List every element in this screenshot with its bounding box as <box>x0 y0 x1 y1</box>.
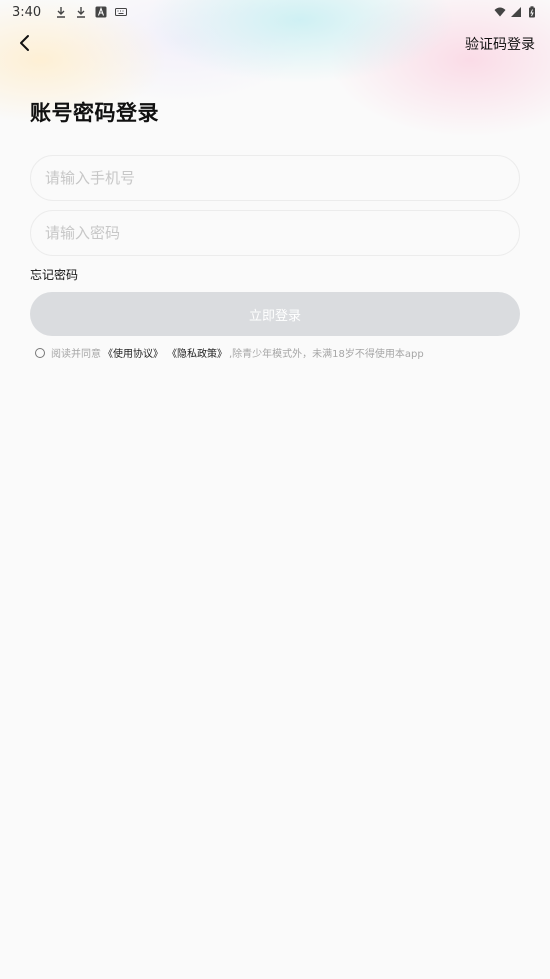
keyboard-icon <box>115 8 128 16</box>
download-icon <box>57 7 66 18</box>
status-left: 3:40 <box>12 4 128 20</box>
agreement-checkbox[interactable] <box>35 347 45 358</box>
nav-bar: 验证码登录 <box>0 28 550 58</box>
password-input[interactable] <box>31 211 519 255</box>
phone-input[interactable] <box>31 156 519 200</box>
phone-field <box>30 155 520 201</box>
password-field <box>30 210 520 256</box>
download-icon <box>77 7 86 18</box>
sms-login-link[interactable]: 验证码登录 <box>465 34 535 54</box>
font-icon <box>95 6 107 18</box>
agreement-prefix: 阅读并同意 <box>51 349 101 360</box>
chevron-left-icon <box>20 35 29 51</box>
status-system-icons <box>494 6 538 18</box>
signal-icon <box>511 7 521 17</box>
battery-icon <box>529 6 535 18</box>
login-button[interactable]: 立即登录 <box>30 292 520 336</box>
wifi-icon <box>494 7 506 17</box>
status-bar: 3:40 <box>0 0 550 24</box>
status-notification-icons <box>55 6 128 18</box>
user-agreement-link[interactable]: 《使用协议》 <box>103 345 163 360</box>
page-title: 账号密码登录 <box>30 101 159 125</box>
back-button[interactable] <box>12 30 38 56</box>
status-time: 3:40 <box>12 4 42 20</box>
privacy-policy-link[interactable]: 《隐私政策》 <box>167 345 227 360</box>
agreement-suffix: ,除青少年模式外，未满18岁不得使用本app <box>229 349 424 360</box>
agreement-row: 阅读并同意 《使用协议》 《隐私政策》 ,除青少年模式外，未满18岁不得使用本a… <box>35 345 424 360</box>
forgot-password-link[interactable]: 忘记密码 <box>30 266 78 283</box>
